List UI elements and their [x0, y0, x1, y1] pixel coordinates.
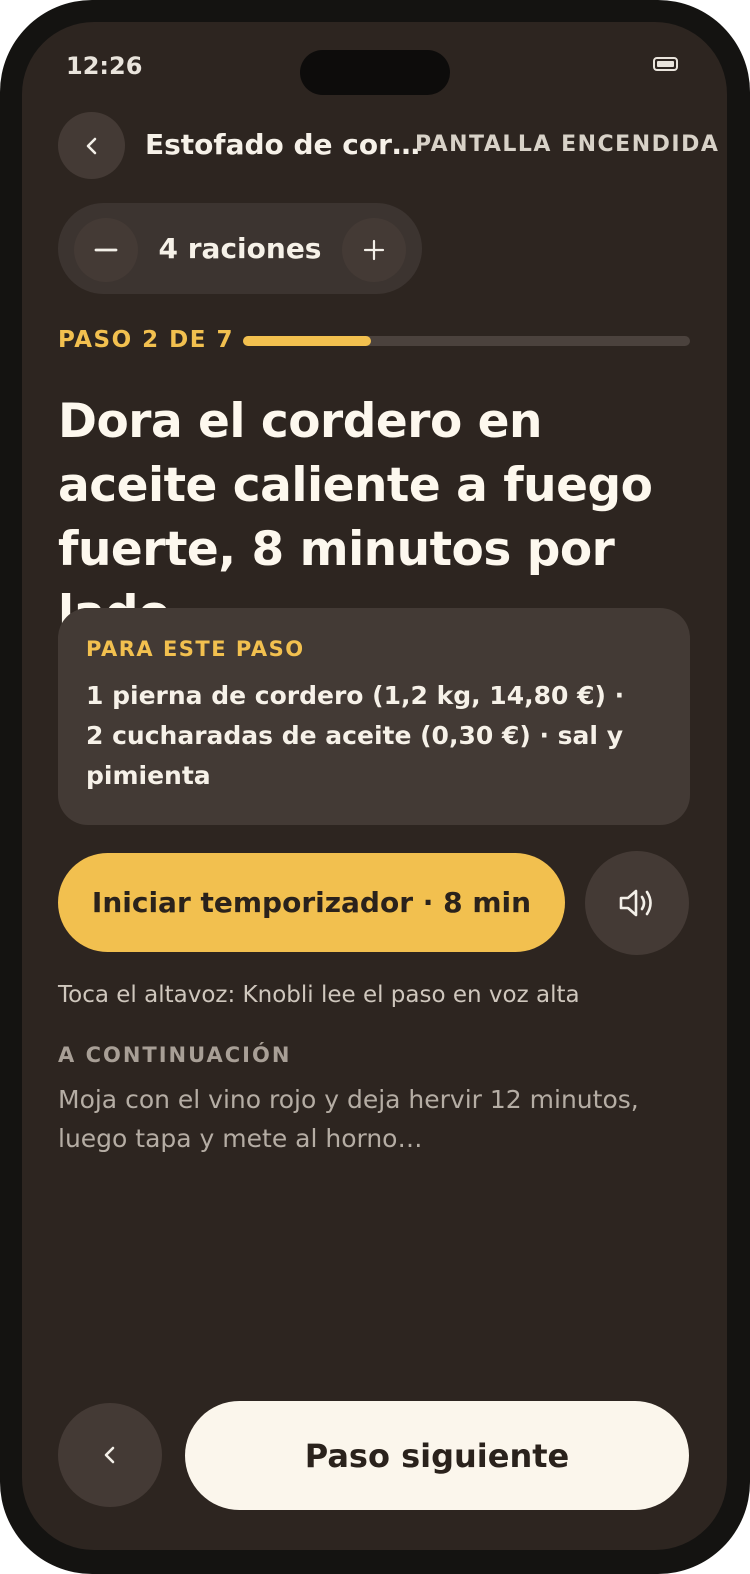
ingredients-card: PARA ESTE PASO 1 pierna de cordero (1,2 …: [58, 608, 690, 825]
servings-label: 4 raciones: [158, 232, 322, 265]
chevron-left-icon: [104, 1446, 115, 1464]
step-progress-fill: [243, 336, 371, 346]
phone-frame: 12:26 Estofado de cor… PANTALLA ENCENDID…: [0, 0, 750, 1574]
recipe-title: Estofado de cor…: [145, 128, 420, 161]
read-aloud-hint: Toca el altavoz: Knobli lee el paso en v…: [58, 982, 580, 1008]
ingredients-card-text: 1 pierna de cordero (1,2 kg, 14,80 €) · …: [86, 681, 625, 790]
dynamic-island: [300, 50, 450, 95]
screen: 12:26 Estofado de cor… PANTALLA ENCENDID…: [22, 22, 727, 1550]
speaker-icon: [619, 889, 652, 917]
ingredients-card-label: PARA ESTE PASO: [86, 637, 305, 661]
read-aloud-button[interactable]: [585, 851, 689, 955]
chevron-left-icon: [86, 137, 96, 154]
previous-step-button[interactable]: [58, 1403, 162, 1507]
minus-icon: [94, 248, 118, 252]
increase-servings-button[interactable]: [342, 218, 406, 282]
next-up-text: Moja con el vino rojo y deja hervir 12 m…: [58, 1085, 639, 1153]
plus-icon: [363, 239, 385, 261]
back-button[interactable]: [58, 112, 125, 179]
next-up-label: A CONTINUACIÓN: [58, 1043, 292, 1067]
battery-icon: [653, 57, 678, 71]
step-counter: PASO 2 DE 7: [58, 327, 234, 353]
status-time: 12:26: [66, 52, 143, 80]
decrease-servings-button[interactable]: [74, 218, 138, 282]
screen-on-toggle[interactable]: PANTALLA ENCENDIDA: [415, 132, 719, 157]
step-progress-bar: [243, 336, 690, 346]
start-timer-button[interactable]: Iniciar temporizador · 8 min: [58, 853, 565, 952]
next-step-button[interactable]: Paso siguiente: [185, 1401, 689, 1510]
